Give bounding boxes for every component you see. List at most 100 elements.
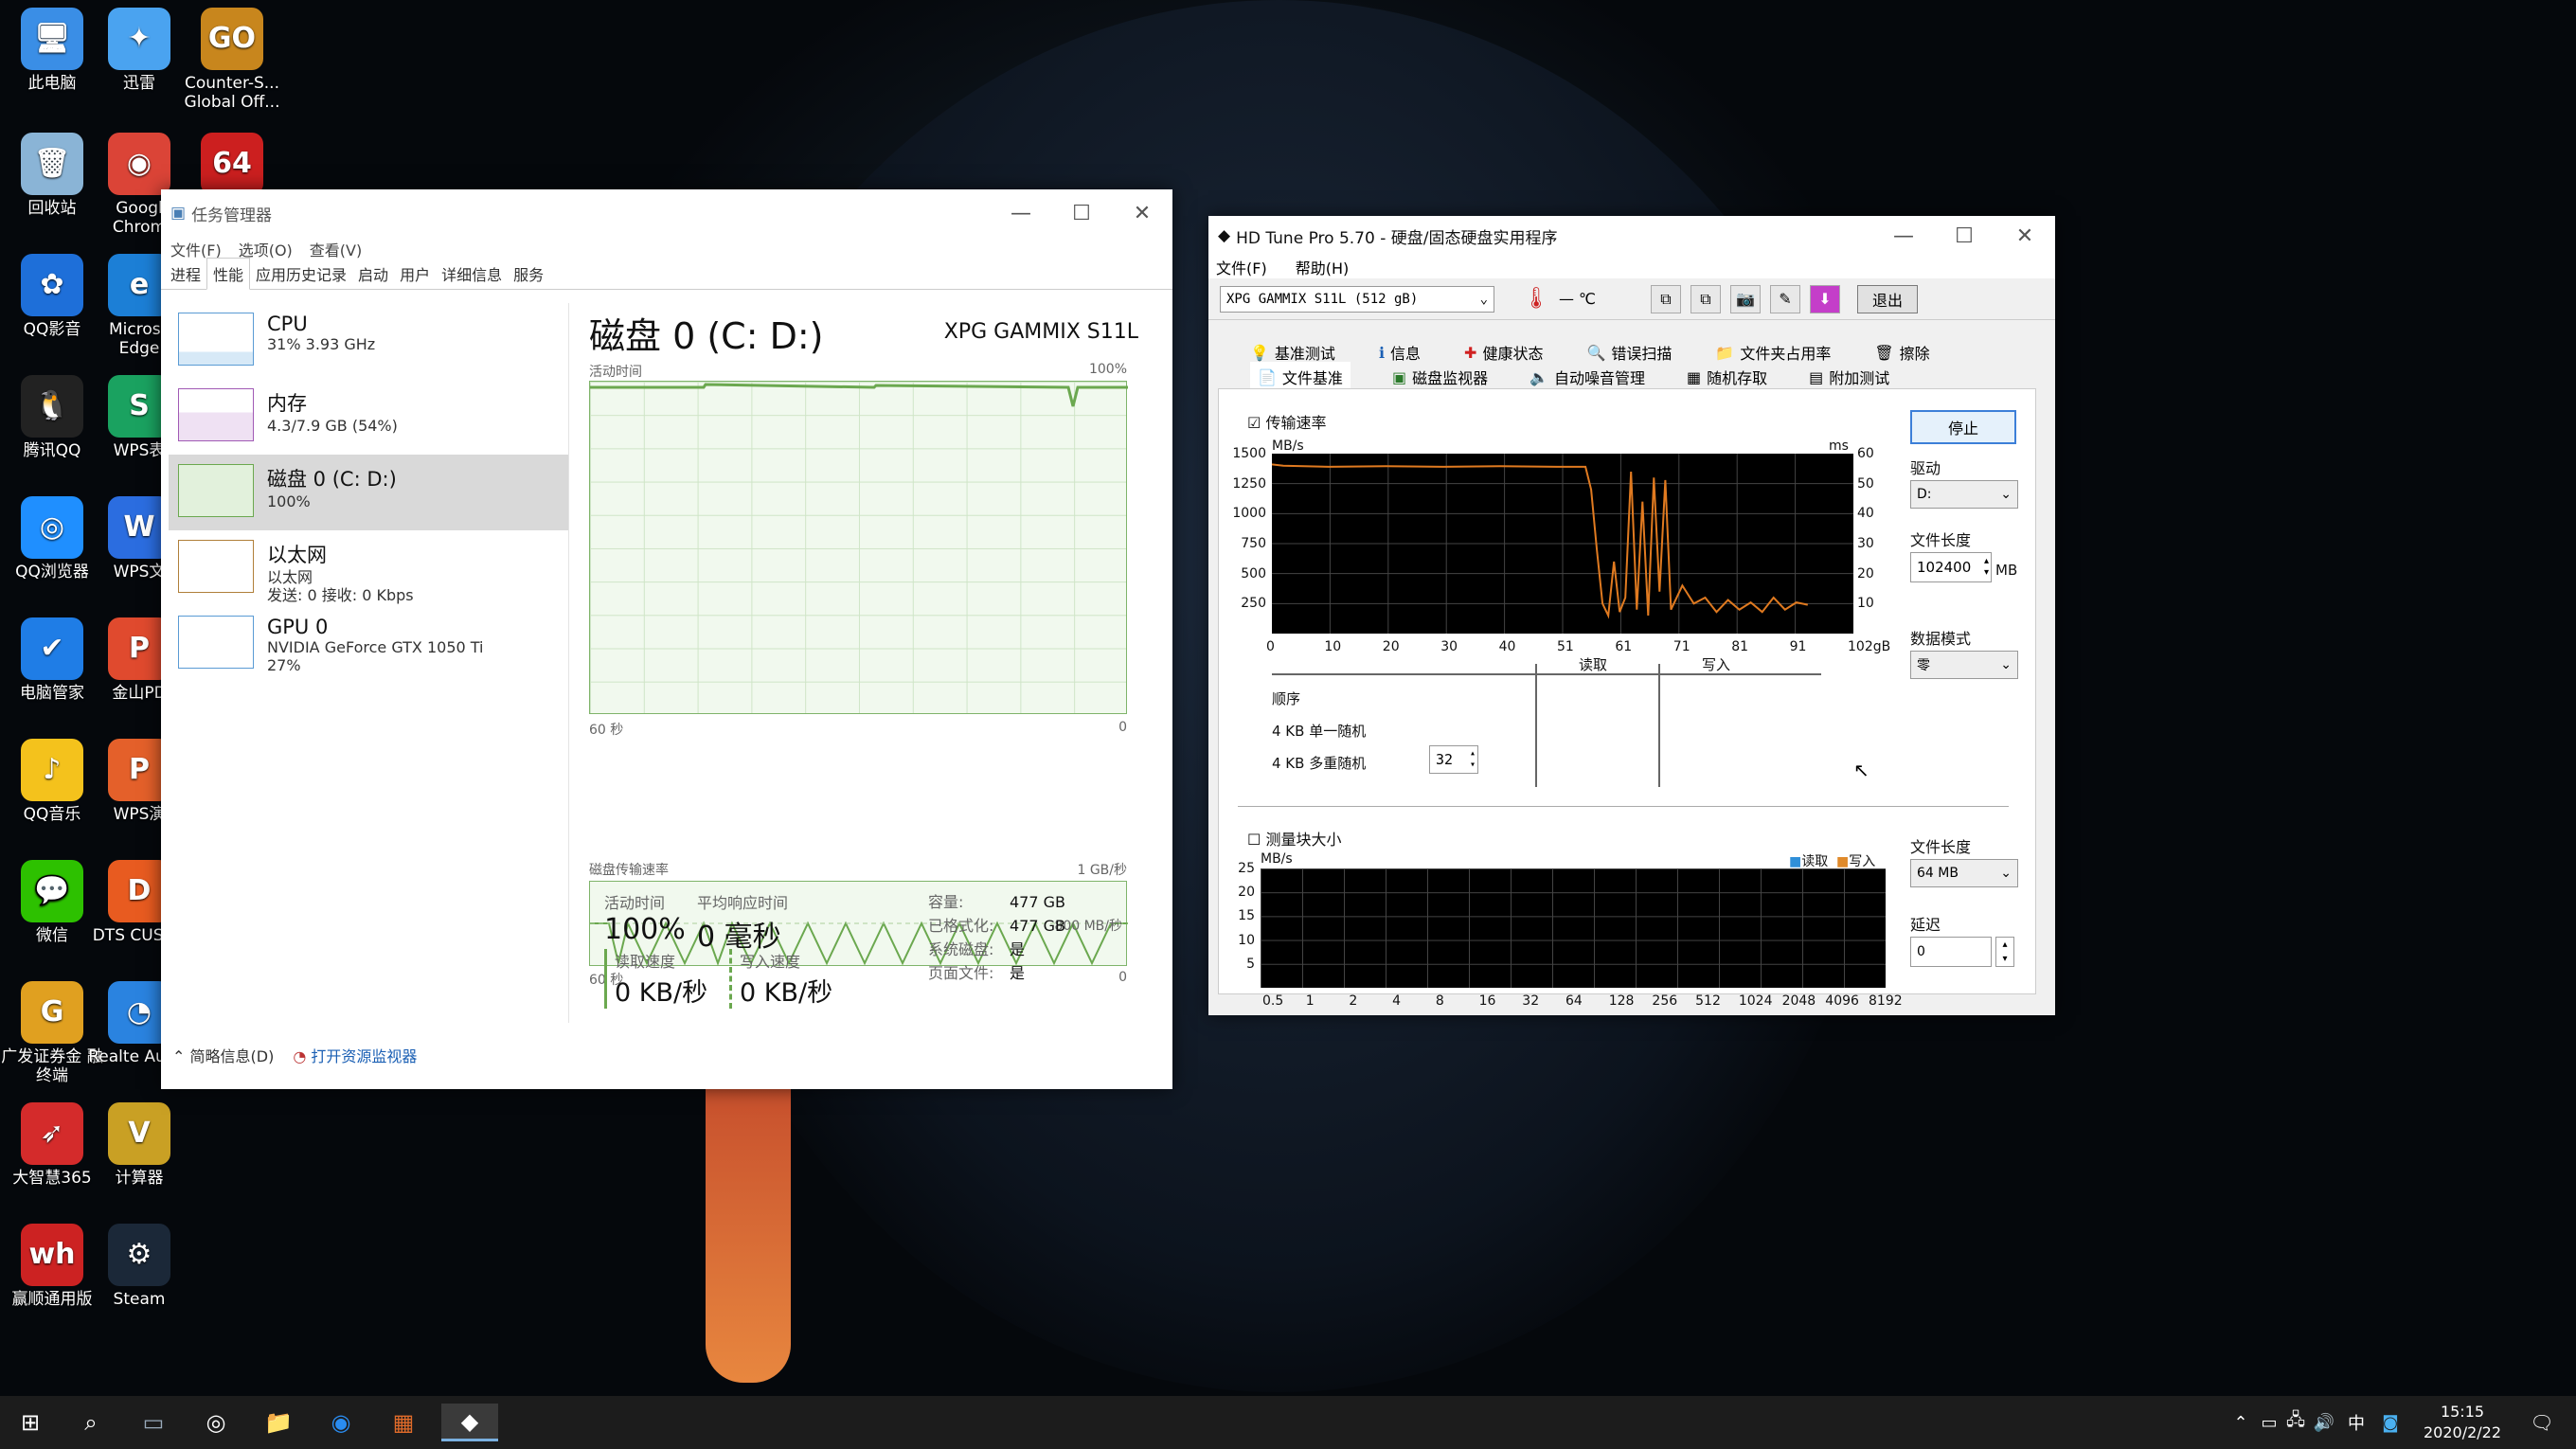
exit-button[interactable]: 退出 bbox=[1857, 284, 1918, 313]
transfer-rate-checkbox[interactable]: ☑ 传输速率 bbox=[1247, 410, 1326, 433]
notification-icon[interactable]: 🗨 bbox=[2523, 1404, 2561, 1441]
axis-tick: 250 bbox=[1241, 596, 1266, 612]
app-icon: GO bbox=[201, 8, 263, 70]
file-length2-select[interactable]: 64 MB ⌄ bbox=[1910, 859, 2018, 887]
search-icon[interactable]: ⌕ bbox=[72, 1404, 110, 1441]
col-read: 读取 bbox=[1579, 656, 1608, 673]
resource-detail2: 27% bbox=[267, 656, 301, 674]
taskbar-app-explorer-icon[interactable]: ▭ bbox=[134, 1404, 172, 1441]
maximize-icon[interactable]: ☐ bbox=[1934, 224, 1995, 248]
queue-depth-value: 32 bbox=[1436, 751, 1454, 768]
brief-info-button[interactable]: ⌃ 简略信息(D) bbox=[172, 1044, 274, 1066]
resource-cpu[interactable]: CPU 31% 3.93 GHz bbox=[169, 303, 568, 379]
resource-gpu[interactable]: GPU 0 NVIDIA GeForce GTX 1050 Ti 27% bbox=[169, 606, 568, 682]
taskmgr-icon: ▣ bbox=[170, 204, 187, 223]
block-size-chart bbox=[1261, 868, 1886, 988]
drive-letter-select[interactable]: D: ⌄ bbox=[1910, 480, 2018, 509]
stat-label: 写入速度 bbox=[740, 953, 801, 971]
minimize-icon[interactable]: — bbox=[991, 202, 1051, 225]
desktop-icon[interactable]: ⚙ Steam bbox=[87, 1224, 191, 1309]
taskbar-app-steam-icon[interactable]: ◎ bbox=[197, 1404, 235, 1441]
data-mode-select[interactable]: 零 ⌄ bbox=[1910, 651, 2018, 679]
close-icon[interactable]: ✕ bbox=[1112, 202, 1172, 225]
axis-tick: 102gB bbox=[1848, 639, 1891, 654]
tab-services[interactable]: 服务 bbox=[508, 259, 549, 289]
app-icon: ✦ bbox=[108, 8, 170, 70]
resource-ethernet[interactable]: 以太网 以太网 发送: 0 接收: 0 Kbps bbox=[169, 530, 568, 606]
taskbar-app-qqbrowser-icon[interactable]: ◉ bbox=[322, 1404, 360, 1441]
drive-select-value: XPG GAMMIX S11L (512 gB) bbox=[1226, 291, 1419, 307]
file-length-input[interactable]: 102400 ▴ ▾ bbox=[1910, 552, 1992, 582]
taskbar-app-files-icon[interactable]: 📁 bbox=[259, 1404, 297, 1441]
maximize-icon[interactable]: ☐ bbox=[1051, 202, 1112, 225]
tab-app-history[interactable]: 应用历史记录 bbox=[250, 259, 352, 289]
axis-tick: 40 bbox=[1857, 506, 1874, 522]
copy-all-icon[interactable]: ⧉ bbox=[1690, 284, 1721, 313]
app-icon: ➶ bbox=[21, 1102, 83, 1165]
delay-value: 0 bbox=[1917, 944, 1925, 959]
copy-icon[interactable]: ⧉ bbox=[1651, 284, 1681, 313]
app-icon: ⚙ bbox=[108, 1224, 170, 1286]
desktop-icon[interactable]: GO Counter-S... Global Off... bbox=[180, 8, 284, 112]
axis-tick: 512 bbox=[1695, 993, 1721, 1009]
taskbar-app-hdtune-icon[interactable]: ◆ bbox=[441, 1404, 498, 1441]
camera-icon[interactable]: 📷 bbox=[1730, 284, 1761, 313]
info-icon: ℹ bbox=[1378, 343, 1386, 362]
options-icon[interactable]: ✎ bbox=[1770, 284, 1800, 313]
axis-tick: 30 bbox=[1857, 536, 1874, 551]
tab-details[interactable]: 详细信息 bbox=[436, 259, 508, 289]
tab-users[interactable]: 用户 bbox=[394, 259, 436, 289]
resource-detail: 4.3/7.9 GB (54%) bbox=[267, 417, 398, 435]
tab-strip: 进程 性能 应用历史记录 启动 用户 详细信息 服务 bbox=[161, 258, 1172, 290]
delay-input[interactable]: 0 bbox=[1910, 937, 1992, 967]
menu-help[interactable]: 帮助(H) bbox=[1296, 256, 1350, 278]
minimize-icon[interactable]: — bbox=[1873, 224, 1934, 248]
axis-tick: 128 bbox=[1608, 993, 1635, 1009]
drive-label: 驱动 bbox=[1910, 459, 1941, 477]
stat-label: 平均响应时间 bbox=[697, 894, 789, 912]
menu-view[interactable]: 查看(V) bbox=[310, 238, 362, 260]
toolbar: XPG GAMMIX S11L (512 gB) ⌄ 🌡 — ℃ ⧉ ⧉ 📷 ✎ … bbox=[1208, 278, 2055, 320]
drive-select[interactable]: XPG GAMMIX S11L (512 gB) ⌄ bbox=[1220, 285, 1494, 313]
folder-icon: 📁 bbox=[1715, 343, 1735, 362]
monitor-icon: ▣ bbox=[1391, 367, 1407, 386]
stop-button[interactable]: 停止 bbox=[1910, 410, 2016, 444]
save-icon[interactable]: ⬇ bbox=[1810, 284, 1840, 313]
axis-tick: 20 bbox=[1382, 639, 1400, 654]
desktop-icon[interactable]: ✦ 迅雷 bbox=[87, 8, 191, 93]
resource-monitor-icon: ◔ bbox=[293, 1047, 307, 1065]
block-size-checkbox[interactable]: ☐ 测量块大小 bbox=[1247, 827, 1341, 850]
ime-indicator[interactable]: 中 bbox=[2337, 1404, 2375, 1441]
ethernet-thumbnail bbox=[178, 540, 254, 593]
close-icon[interactable]: ✕ bbox=[1995, 224, 2055, 248]
queue-depth-spinner[interactable]: 32 ▴ ▾ bbox=[1429, 745, 1478, 774]
resource-name: 以太网 bbox=[267, 544, 327, 566]
checkbox-empty-icon: ☐ bbox=[1247, 831, 1261, 849]
tab-processes[interactable]: 进程 bbox=[165, 259, 206, 289]
app-icon: ✔ bbox=[21, 617, 83, 680]
axis-tick: 61 bbox=[1615, 639, 1633, 654]
taskbar-app-taskmgr-icon[interactable]: ▦ bbox=[385, 1404, 422, 1441]
resource-disk[interactable]: 磁盘 0 (C: D:) 100% bbox=[169, 455, 568, 530]
menu-file[interactable]: 文件(F) bbox=[1216, 256, 1267, 278]
health-icon: ✚ bbox=[1464, 343, 1477, 362]
panel-divider bbox=[568, 303, 569, 1023]
resource-list: CPU 31% 3.93 GHz 内存 4.3/7.9 GB (54%) 磁盘 0 … bbox=[169, 303, 568, 682]
resource-detail: 以太网 bbox=[267, 568, 313, 586]
temperature: — ℃ bbox=[1558, 290, 1596, 308]
clock[interactable]: 15:15 2020/2/22 bbox=[2415, 1402, 2510, 1443]
tab-startup[interactable]: 启动 bbox=[352, 259, 394, 289]
tab-label: 擦除 bbox=[1899, 345, 1930, 363]
delay-spinner-icon[interactable]: ▴ ▾ bbox=[1995, 937, 2014, 967]
app-icon: ♪ bbox=[21, 739, 83, 801]
tray-qq-icon[interactable]: ◙ bbox=[2371, 1404, 2409, 1441]
start-icon[interactable]: ⊞ bbox=[11, 1404, 49, 1441]
resource-memory[interactable]: 内存 4.3/7.9 GB (54%) bbox=[169, 379, 568, 455]
resource-monitor-link[interactable]: ◔ 打开资源监视器 bbox=[293, 1044, 417, 1066]
stat-read: 读取速度 0 KB/秒 bbox=[604, 949, 707, 1009]
desktop-icon[interactable]: V 计算器 bbox=[87, 1102, 191, 1188]
graph2-label: 磁盘传输速率 bbox=[589, 863, 669, 878]
read-swatch-icon: ■ bbox=[1789, 854, 1802, 869]
tab-performance[interactable]: 性能 bbox=[206, 258, 251, 290]
axis-tick: 10 bbox=[1857, 596, 1874, 612]
